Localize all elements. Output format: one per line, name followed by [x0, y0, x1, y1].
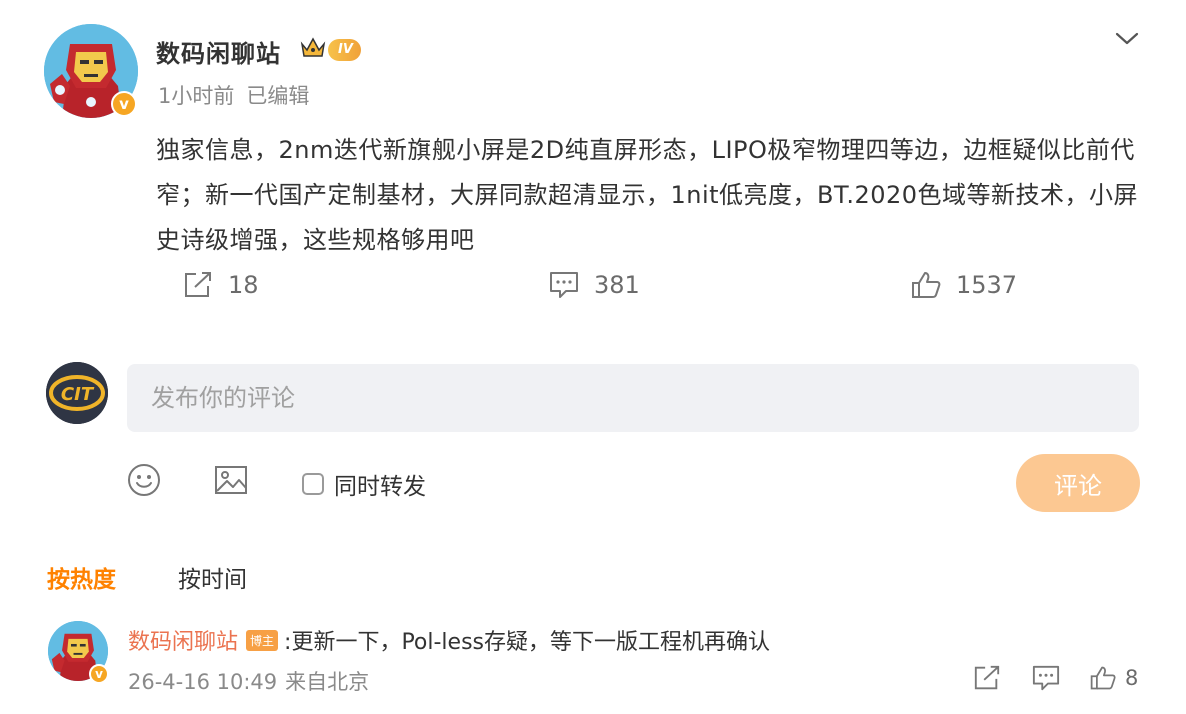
chevron-down-icon[interactable] [1112, 26, 1142, 50]
emoji-icon[interactable] [126, 462, 162, 498]
repost-checkbox-label[interactable]: 同时转发 [334, 467, 426, 501]
comment-input[interactable] [149, 383, 1139, 413]
like-count: 1537 [956, 271, 1018, 299]
verified-badge-icon: v [89, 664, 109, 684]
submit-comment-button[interactable]: 评论 [1016, 454, 1140, 512]
like-button[interactable]: 1537 [910, 270, 1017, 300]
crown-icon [300, 37, 326, 57]
repost-checkbox[interactable] [302, 473, 324, 495]
level-badge[interactable]: IV [328, 39, 361, 61]
comment-repost-icon[interactable] [972, 664, 1002, 692]
post-time[interactable]: 1小时前 [158, 84, 234, 108]
post-author-name[interactable]: 数码闲聊站 [156, 34, 281, 69]
cit-logo-icon: CIT [46, 362, 108, 424]
repost-count: 18 [228, 271, 259, 299]
thumbs-up-icon [912, 272, 941, 298]
comment-like-button[interactable]: 8 [1089, 664, 1138, 692]
comment-source: 来自北京 [285, 670, 370, 694]
thumbs-up-icon [1090, 666, 1116, 690]
comment-reply-icon[interactable] [1031, 664, 1061, 692]
comment-like-count: 8 [1125, 666, 1139, 690]
comment-author-name[interactable]: 数码闲聊站 [128, 624, 238, 656]
image-icon[interactable] [213, 462, 249, 498]
comment-text: :更新一下，Pol-less存疑，等下一版工程机再确认 [284, 630, 771, 655]
comment-date: 26-4-16 10:49 [128, 670, 278, 694]
tab-sort-time[interactable]: 按时间 [178, 560, 247, 594]
blogger-tag: 博主 [246, 629, 279, 651]
comment-input-box[interactable] [127, 364, 1139, 432]
comment-button[interactable]: 381 [548, 270, 640, 300]
post-meta: 1小时前 已编辑 [158, 80, 321, 110]
edited-label: 已编辑 [246, 84, 310, 108]
tab-sort-hot[interactable]: 按热度 [47, 560, 116, 594]
repost-button[interactable]: 18 [182, 270, 259, 300]
my-avatar[interactable]: CIT [46, 362, 108, 424]
comment-meta: 26-4-16 10:49 来自北京 [128, 666, 377, 696]
repost-icon [185, 272, 211, 297]
comment-count: 381 [594, 271, 640, 299]
comment-icon [550, 272, 578, 298]
post-text: 独家信息，2nm迭代新旗舰小屏是2D纯直屏形态，LIPO极窄物理四等边，边框疑似… [156, 136, 1139, 254]
verified-badge-icon: v [111, 91, 137, 117]
svg-text:CIT: CIT [61, 384, 95, 405]
comment-line: 数码闲聊站 博主 :更新一下，Pol-less存疑，等下一版工程机再确认 [128, 624, 770, 656]
repost-checkbox-group[interactable]: 同时转发 [302, 467, 426, 501]
